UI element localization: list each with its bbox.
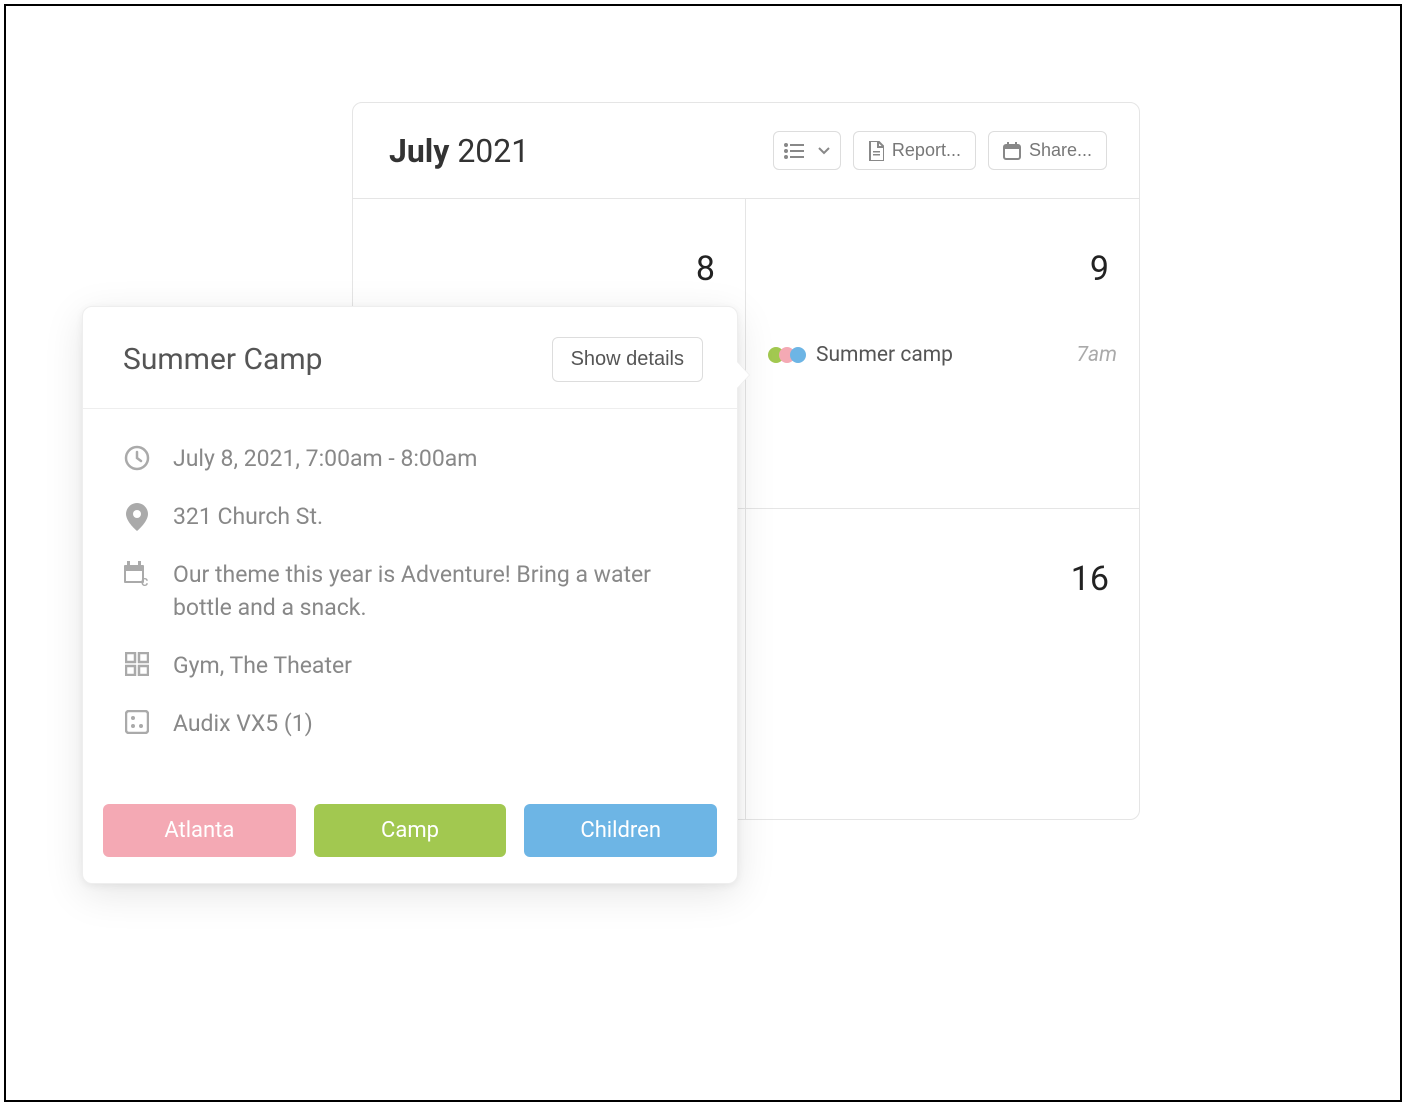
calendar-month: July [389, 132, 449, 170]
day-number: 9 [1090, 249, 1109, 289]
popover-description-row: C Our theme this year is Adventure! Brin… [123, 559, 697, 623]
location-pin-icon [123, 503, 151, 531]
svg-text:C: C [141, 576, 148, 587]
tag-camp[interactable]: Camp [314, 804, 507, 857]
list-icon [784, 143, 804, 159]
popover-location-row: 321 Church St. [123, 501, 697, 533]
day-cell-9[interactable]: 9 Summer camp 7am [746, 199, 1139, 509]
chevron-down-icon [818, 147, 830, 155]
day-number: 8 [696, 249, 715, 289]
day-number: 16 [1071, 559, 1109, 599]
event-time: 7am [1077, 343, 1117, 367]
report-label: Report... [892, 140, 961, 161]
popover-resources-row: Audix VX5 (1) [123, 708, 697, 740]
calendar-header: July 2021 [353, 103, 1139, 198]
popover-datetime-row: July 8, 2021, 7:00am - 8:00am [123, 443, 697, 475]
location-text: 321 Church St. [173, 501, 323, 533]
view-options-button[interactable] [773, 131, 841, 170]
popover-body: July 8, 2021, 7:00am - 8:00am 321 Church… [83, 409, 737, 786]
event-name: Summer camp [816, 343, 953, 367]
event-tag-dots [768, 347, 806, 363]
share-button[interactable]: Share... [988, 131, 1107, 170]
popover-rooms-row: Gym, The Theater [123, 650, 697, 682]
event-popover: Summer Camp Show details July 8, 2021, 7… [82, 306, 738, 884]
document-icon [868, 141, 884, 161]
show-details-button[interactable]: Show details [552, 337, 703, 382]
description-text: Our theme this year is Adventure! Bring … [173, 559, 697, 623]
calendar-year: 2021 [457, 132, 529, 170]
clock-icon [123, 445, 151, 471]
calendar-icon [1003, 142, 1021, 160]
rooms-text: Gym, The Theater [173, 650, 352, 682]
tag-dot-blue [790, 347, 806, 363]
popover-tags: Atlanta Camp Children [83, 786, 737, 883]
calendar-title: July 2021 [389, 132, 529, 170]
datetime-text: July 8, 2021, 7:00am - 8:00am [173, 443, 477, 475]
share-label: Share... [1029, 140, 1092, 161]
tag-atlanta[interactable]: Atlanta [103, 804, 296, 857]
event-calendar-icon: C [123, 561, 151, 587]
report-button[interactable]: Report... [853, 131, 976, 170]
tag-children[interactable]: Children [524, 804, 717, 857]
day-cell-16[interactable]: 16 [746, 509, 1139, 819]
popover-title: Summer Camp [123, 342, 322, 377]
resources-icon [123, 710, 151, 734]
app-frame: July 2021 [4, 4, 1402, 1102]
popover-header: Summer Camp Show details [83, 307, 737, 409]
calendar-toolbar: Report... Share... [773, 131, 1107, 170]
resources-text: Audix VX5 (1) [173, 708, 313, 740]
rooms-icon [123, 652, 151, 676]
event-summer-camp[interactable]: Summer camp 7am [768, 343, 1117, 367]
